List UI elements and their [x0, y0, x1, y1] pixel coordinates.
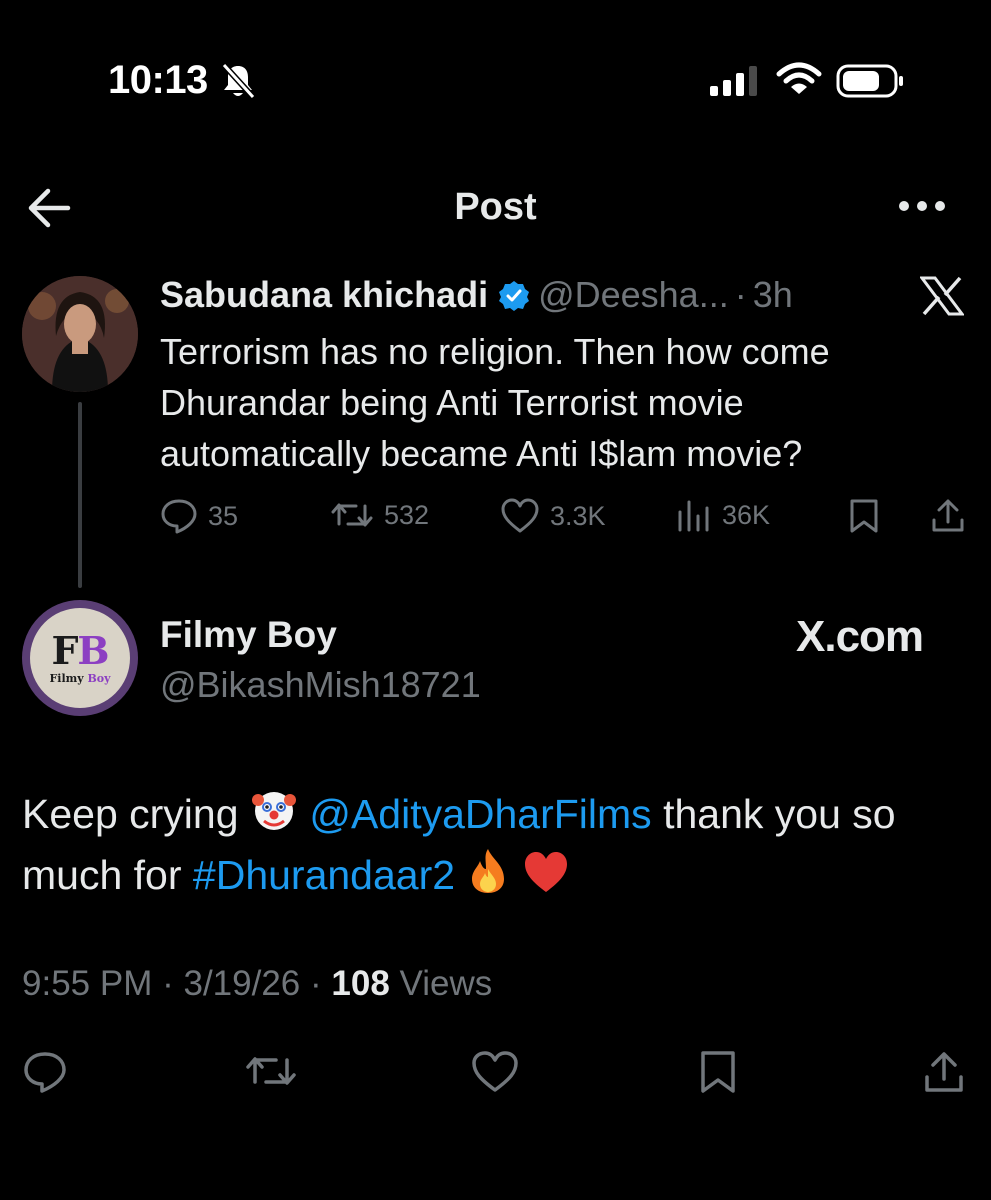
like-button[interactable]: 3.3K: [500, 498, 606, 534]
bookmark-button[interactable]: [848, 498, 880, 534]
repost-icon[interactable]: [244, 1050, 298, 1092]
views-button[interactable]: 36K: [676, 498, 770, 532]
share-button[interactable]: [930, 498, 966, 534]
separator: ·: [734, 274, 747, 315]
share-icon[interactable]: [922, 1050, 966, 1094]
reply-icon: [161, 499, 197, 534]
verified-icon: [499, 281, 530, 311]
watermark: X.com: [796, 612, 924, 661]
share-icon: [932, 499, 964, 532]
like-icon[interactable]: [470, 1050, 520, 1094]
post-date: 3/19/26: [183, 964, 301, 1003]
separator: ·: [310, 964, 322, 1003]
views-label: Views: [399, 964, 493, 1003]
post-age: 3h: [752, 274, 793, 315]
quoted-action-bar: 35 532 3.3K 36K: [160, 498, 970, 538]
quoted-author-name[interactable]: Sabudana khichadi: [160, 274, 488, 315]
avatar-photo-icon: [22, 276, 138, 392]
mention-link[interactable]: @AdityaDharFilms: [309, 791, 651, 837]
heart-emoji: [524, 852, 567, 892]
reply-count: 35: [208, 500, 239, 531]
clown-emoji: [251, 792, 296, 830]
main-action-bar: [22, 1050, 972, 1098]
tweet-text-part: Keep crying: [22, 791, 239, 837]
battery-icon: [836, 64, 903, 98]
avatar[interactable]: FB Filmy Boy: [22, 600, 138, 716]
avatar-letters: FB: [51, 627, 109, 673]
views-count[interactable]: 108: [331, 964, 389, 1003]
hashtag-link[interactable]: #Dhurandaar2: [193, 852, 455, 898]
more-icon[interactable]: [898, 196, 946, 216]
author-handle[interactable]: @BikashMish18721: [160, 664, 481, 706]
quoted-author-handle[interactable]: @Deesha...: [538, 274, 729, 315]
like-icon: [501, 498, 539, 533]
views-icon: [678, 500, 709, 532]
author-name[interactable]: Filmy Boy: [160, 614, 337, 656]
post-meta: 9:55 PM · 3/19/26 · 108 Views: [22, 964, 492, 1004]
separator: ·: [162, 964, 174, 1003]
bookmark-icon: [850, 499, 878, 533]
reply-icon[interactable]: [22, 1050, 68, 1094]
reply-button[interactable]: 35: [160, 498, 238, 534]
avatar-logo: FB Filmy Boy: [30, 608, 130, 708]
quoted-tweet-text: Terrorism has no religion. Then how come…: [160, 331, 830, 474]
x-logo-icon: [920, 276, 964, 316]
repost-button[interactable]: 532: [330, 498, 429, 532]
thread-line: [78, 402, 82, 588]
signal-icon: [710, 66, 757, 96]
repost-count: 532: [384, 499, 430, 530]
views-count: 36K: [722, 499, 771, 530]
post-time: 9:55 PM: [22, 964, 153, 1003]
repost-icon: [331, 503, 373, 527]
tweet-text: Keep crying @AdityaDharFilms thank you s…: [22, 784, 982, 906]
avatar-subtext: Filmy Boy: [49, 671, 111, 685]
bell-slash-icon: [221, 62, 256, 100]
status-time: 10:13: [108, 58, 208, 102]
wifi-icon: [776, 62, 822, 94]
bookmark-icon[interactable]: [698, 1050, 738, 1094]
quoted-author-row: Sabudana khichadi @Deesha... · 3h: [160, 274, 793, 316]
fire-emoji: [472, 849, 505, 893]
like-count: 3.3K: [550, 500, 606, 531]
avatar[interactable]: [22, 276, 138, 392]
page-title: Post: [454, 186, 537, 228]
